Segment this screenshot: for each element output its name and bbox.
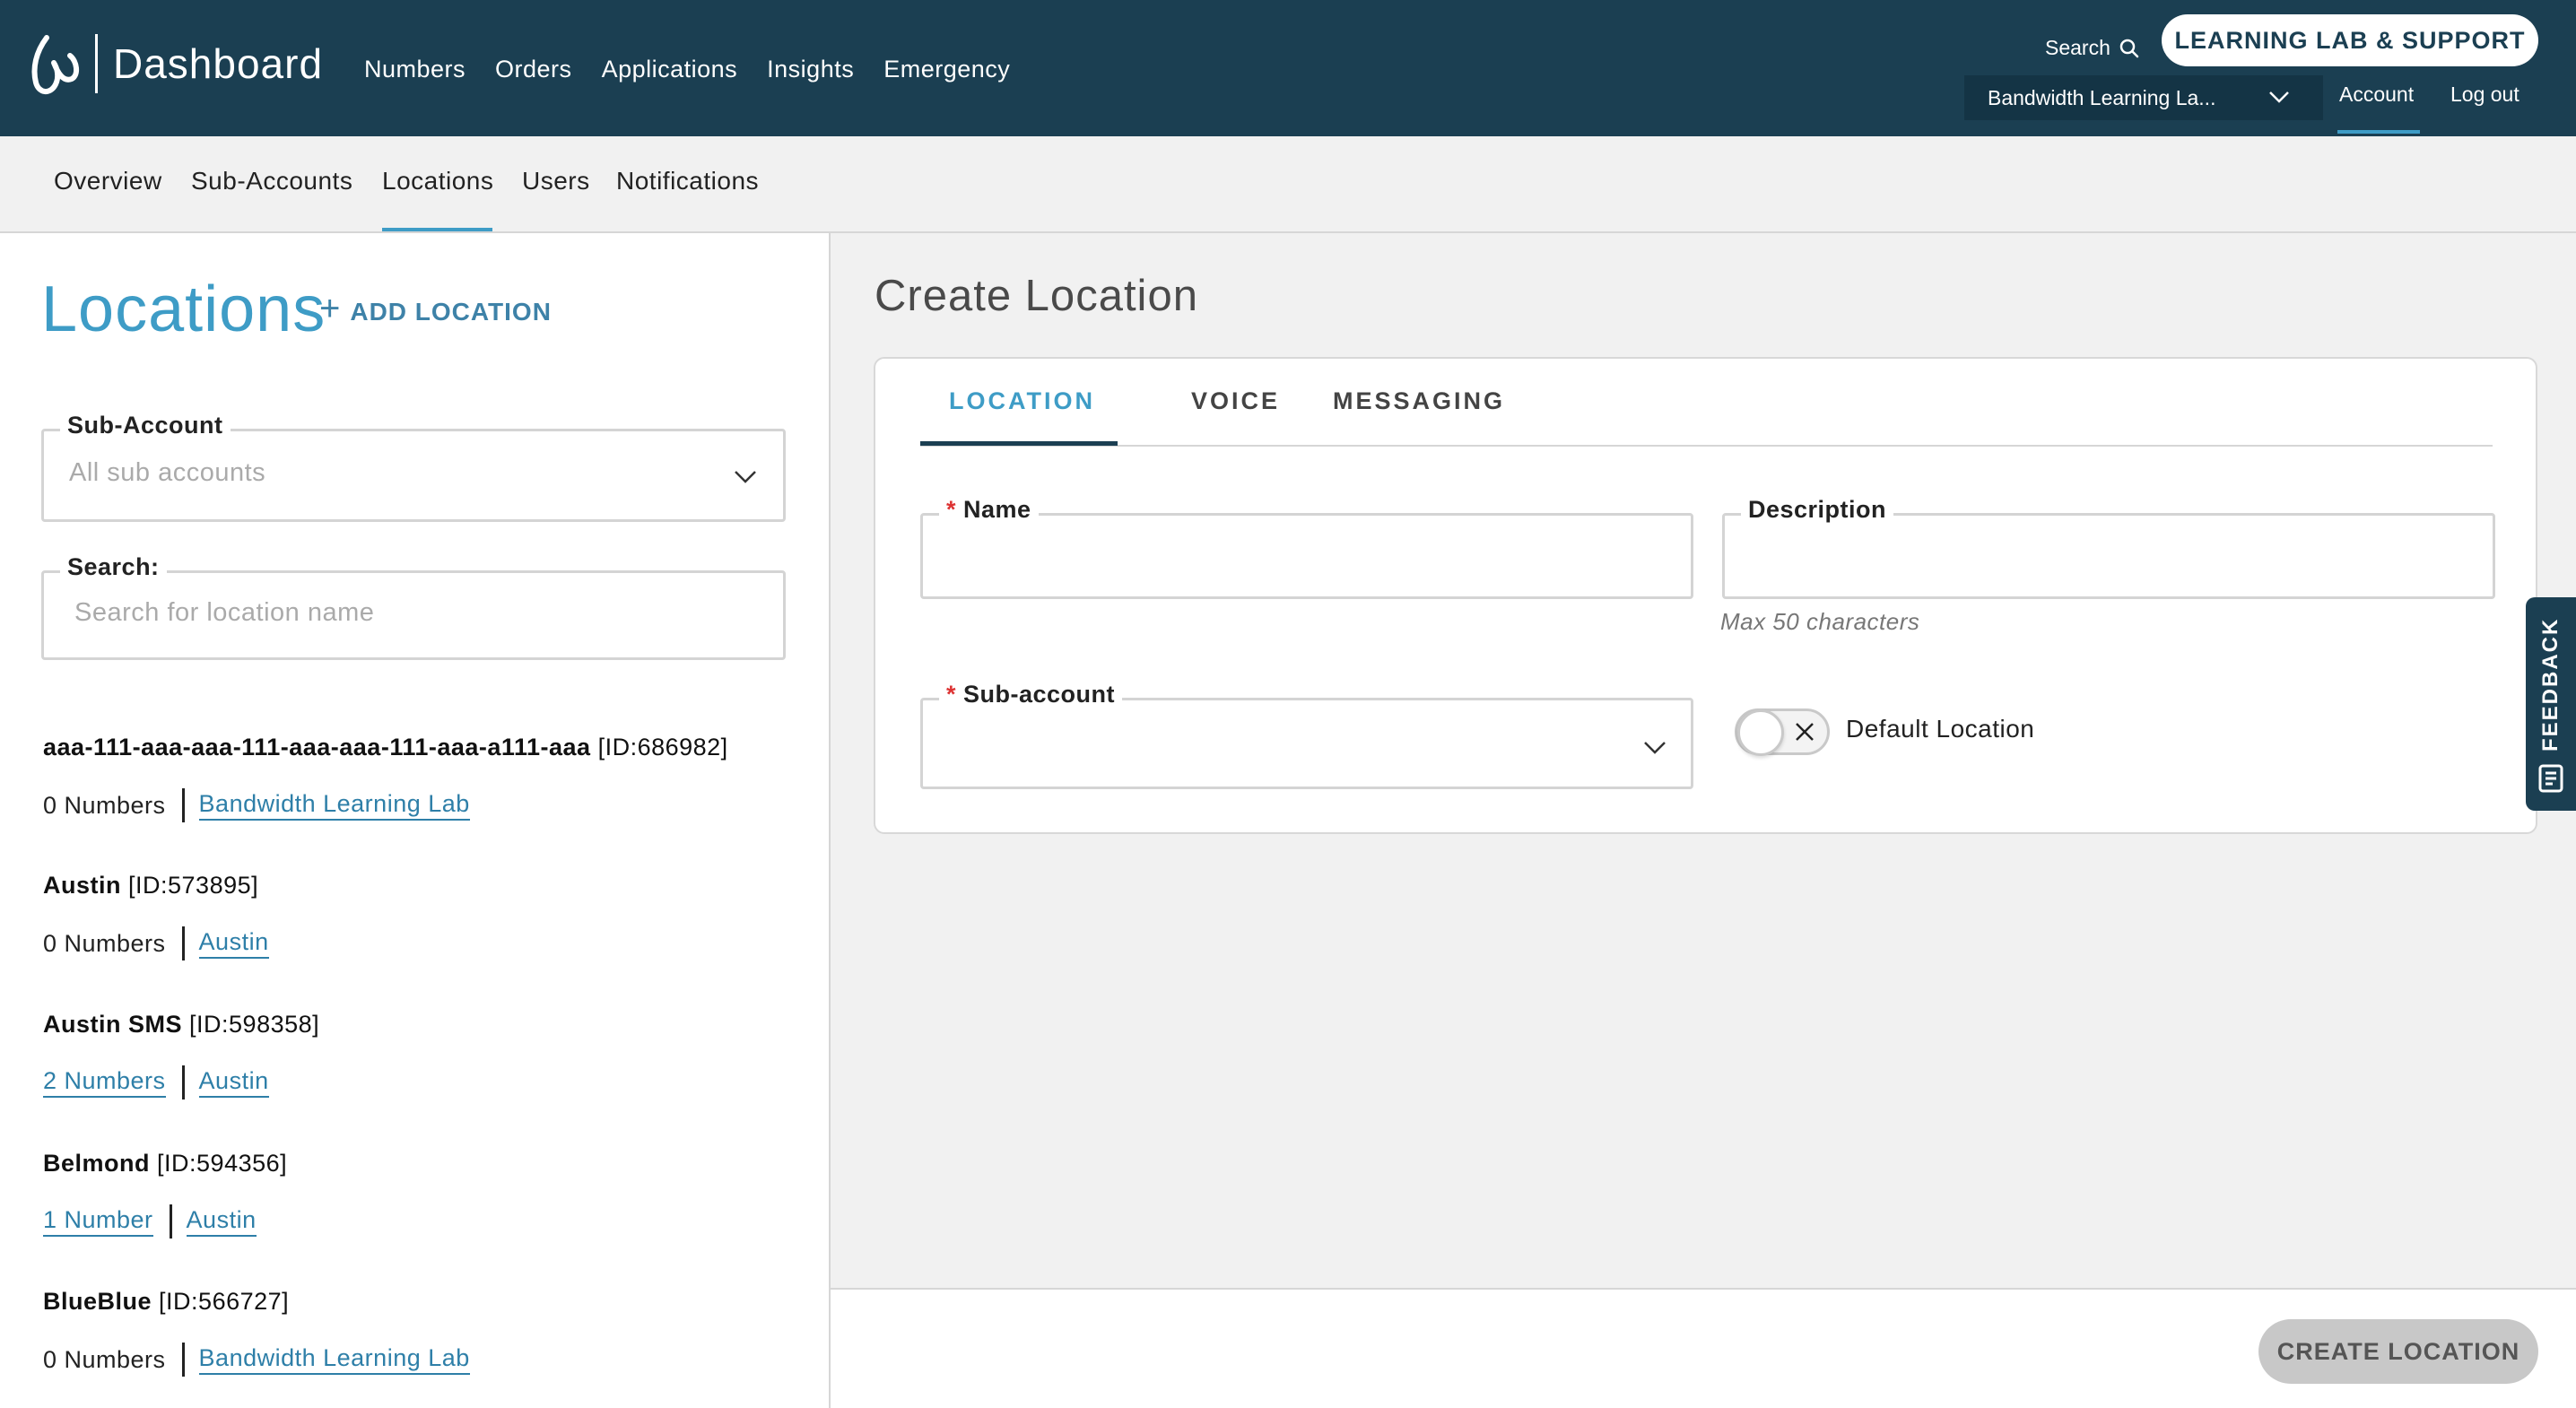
- toggle-knob: [1737, 709, 1784, 756]
- form-tabs: LOCATION VOICE MESSAGING: [920, 359, 2493, 447]
- feedback-label: FEEDBACK: [2538, 617, 2563, 752]
- location-sub-account-link[interactable]: Austin: [198, 928, 269, 959]
- subnav-sub-accounts[interactable]: Sub-Accounts: [191, 167, 352, 196]
- account-active-indicator: [2337, 130, 2420, 134]
- location-numbers: 0 Numbers: [43, 1345, 166, 1373]
- nav-applications[interactable]: Applications: [602, 56, 738, 83]
- divider: [181, 1065, 185, 1099]
- logout-link[interactable]: Log out: [2450, 83, 2519, 107]
- divider: [169, 1204, 172, 1239]
- sub-account-select-label: * Sub-account: [939, 681, 1123, 708]
- create-location-form: LOCATION VOICE MESSAGING * Name Descripti…: [874, 357, 2537, 834]
- feedback-icon: [2538, 764, 2563, 793]
- page-title: Create Location: [875, 272, 1198, 320]
- chevron-down-icon: [735, 471, 756, 483]
- dashboard-title[interactable]: Dashboard: [113, 39, 323, 88]
- location-name[interactable]: Belmond [ID:594356]: [43, 1150, 287, 1178]
- subnav-locations[interactable]: Locations: [382, 167, 493, 196]
- sub-account-filter-label: Sub-Account: [60, 412, 231, 439]
- locations-panel: Locations + ADD LOCATION Sub-Account All…: [0, 233, 831, 1408]
- header-search[interactable]: Search: [2045, 36, 2139, 60]
- add-location-button[interactable]: + ADD LOCATION: [319, 289, 552, 329]
- location-sub-account-link[interactable]: Bandwidth Learning Lab: [198, 790, 470, 821]
- main-nav: Numbers Orders Applications Insights Eme…: [364, 56, 1010, 83]
- location-search-field[interactable]: Search: Search for location name: [41, 553, 786, 660]
- subnav-users[interactable]: Users: [522, 167, 590, 196]
- feedback-tab[interactable]: FEEDBACK: [2526, 597, 2576, 811]
- plus-icon: +: [319, 289, 342, 328]
- location-sub-account-link[interactable]: Austin: [198, 1067, 269, 1098]
- location-numbers: 0 Numbers: [43, 929, 166, 957]
- subnav-overview[interactable]: Overview: [54, 167, 162, 196]
- top-header: Dashboard Numbers Orders Applications In…: [0, 0, 2576, 136]
- add-location-label: ADD LOCATION: [350, 297, 552, 326]
- nav-orders[interactable]: Orders: [495, 56, 572, 83]
- location-name[interactable]: aaa-111-aaa-aaa-111-aaa-aaa-111-aaa-a111…: [43, 734, 728, 761]
- divider: [181, 788, 185, 822]
- tab-messaging[interactable]: MESSAGING: [1333, 387, 1505, 415]
- location-name[interactable]: Austin [ID:573895]: [43, 872, 269, 900]
- account-subnav: Overview Sub-Accounts Locations Users No…: [0, 136, 2576, 233]
- location-search-input[interactable]: Search for location name: [74, 598, 374, 628]
- location-numbers-link[interactable]: 1 Number: [43, 1206, 153, 1237]
- name-field-label: * Name: [939, 496, 1039, 524]
- location-search-label: Search:: [60, 553, 167, 581]
- account-selector-value: Bandwidth Learning La...: [1988, 85, 2216, 109]
- location-name[interactable]: Austin SMS [ID:598358]: [43, 1011, 319, 1039]
- close-icon: [1796, 723, 1814, 741]
- create-location-button[interactable]: CREATE LOCATION: [2258, 1319, 2538, 1384]
- learning-lab-support-button[interactable]: LEARNING LAB & SUPPORT: [2162, 14, 2538, 66]
- description-field-label: Description: [1741, 496, 1894, 524]
- default-location-label: Default Location: [1846, 715, 2035, 743]
- chevron-down-icon: [2269, 91, 2289, 103]
- list-item: Belmond [ID:594356] 1 Number Austin: [43, 1150, 287, 1239]
- search-icon: [2119, 39, 2139, 57]
- sub-account-filter[interactable]: Sub-Account All sub accounts: [41, 412, 786, 522]
- logo-divider: [95, 34, 98, 93]
- tab-location[interactable]: LOCATION: [949, 387, 1095, 415]
- list-item: BlueBlue [ID:566727] 0 Numbers Bandwidth…: [43, 1288, 470, 1377]
- locations-title: Locations: [41, 274, 326, 345]
- tab-active-indicator: [920, 441, 1118, 446]
- search-label: Search: [2045, 36, 2110, 59]
- account-selector[interactable]: Bandwidth Learning La...: [1964, 75, 2323, 120]
- subnav-active-indicator: [382, 228, 492, 231]
- required-marker: *: [946, 681, 957, 708]
- location-sub-account-link[interactable]: Bandwidth Learning Lab: [198, 1344, 470, 1375]
- subnav-notifications[interactable]: Notifications: [616, 167, 759, 196]
- nav-numbers[interactable]: Numbers: [364, 56, 466, 83]
- divider: [181, 1343, 185, 1377]
- bandwidth-logo-icon[interactable]: [27, 32, 81, 99]
- required-marker: *: [946, 496, 957, 523]
- chevron-down-icon: [1644, 742, 1666, 754]
- location-name[interactable]: BlueBlue [ID:566727]: [43, 1288, 470, 1316]
- divider: [181, 926, 185, 960]
- account-link[interactable]: Account: [2339, 83, 2414, 107]
- location-numbers-link[interactable]: 2 Numbers: [43, 1067, 166, 1098]
- list-item: Austin [ID:573895] 0 Numbers Austin: [43, 872, 269, 960]
- description-hint: Max 50 characters: [1720, 608, 1920, 635]
- sub-account-select[interactable]: * Sub-account: [920, 681, 1693, 789]
- location-numbers: 0 Numbers: [43, 791, 166, 819]
- list-item: Austin SMS [ID:598358] 2 Numbers Austin: [43, 1011, 319, 1099]
- name-field[interactable]: * Name: [920, 496, 1693, 599]
- location-sub-account-link[interactable]: Austin: [186, 1206, 257, 1237]
- tab-voice[interactable]: VOICE: [1191, 387, 1280, 415]
- nav-insights[interactable]: Insights: [767, 56, 854, 83]
- list-item: aaa-111-aaa-aaa-111-aaa-aaa-111-aaa-a111…: [43, 734, 728, 822]
- sub-account-filter-placeholder: All sub accounts: [69, 458, 266, 487]
- default-location-toggle[interactable]: [1735, 708, 1830, 756]
- nav-emergency[interactable]: Emergency: [883, 56, 1010, 83]
- description-field[interactable]: Description: [1722, 496, 2495, 599]
